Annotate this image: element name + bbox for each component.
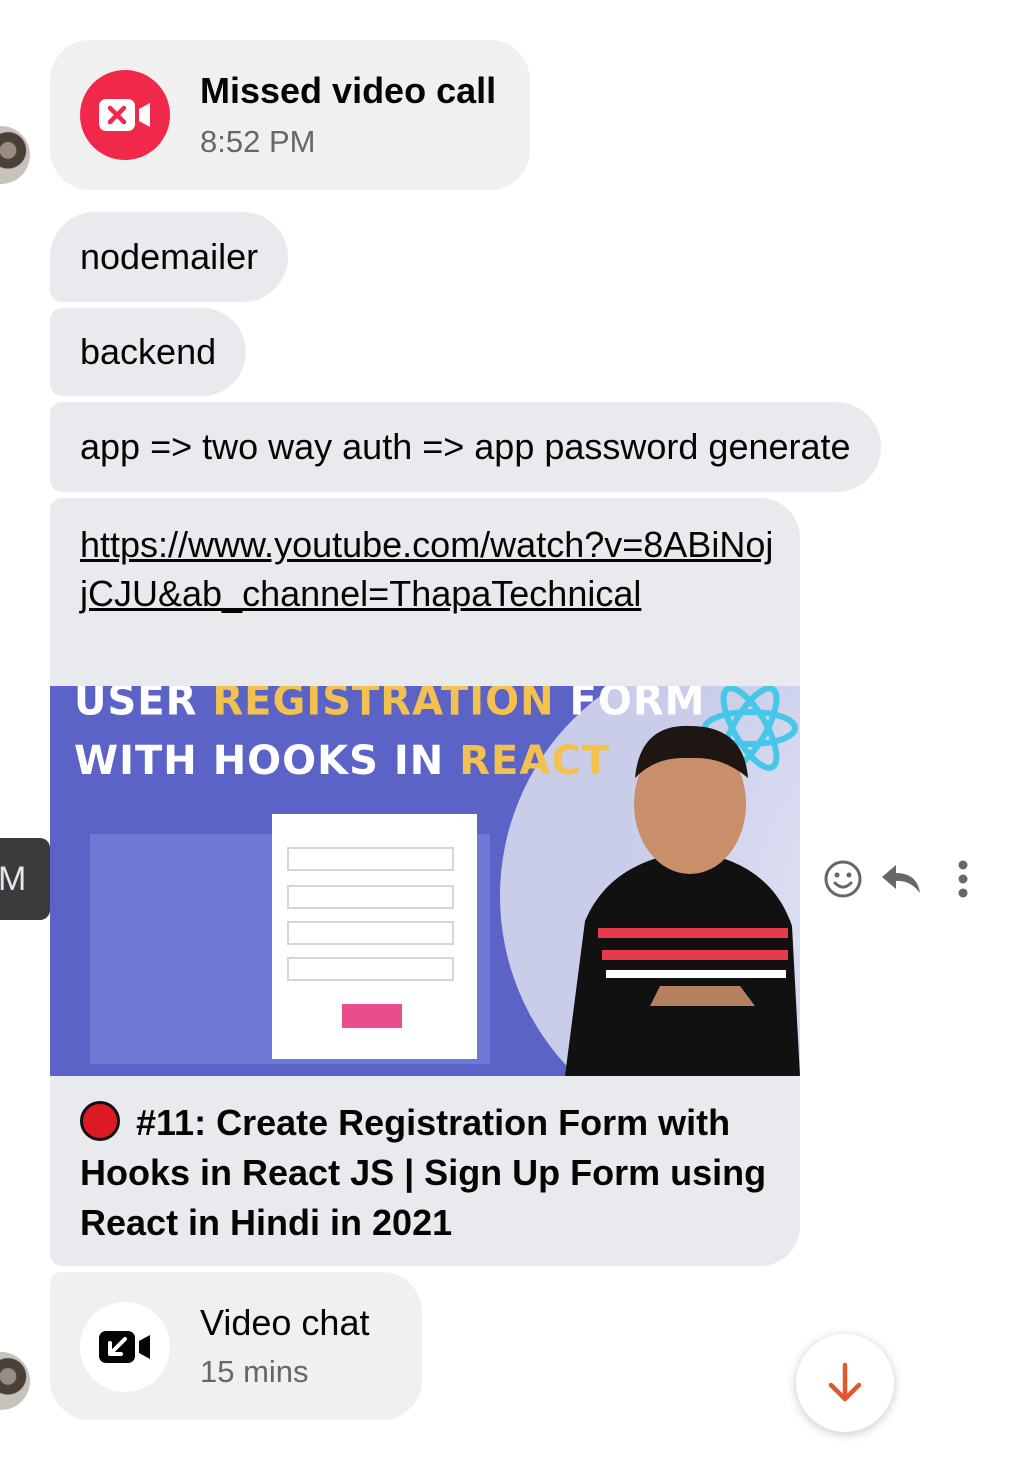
avatar[interactable] bbox=[0, 126, 30, 184]
message-link[interactable]: https://www.youtube.com/watch?v=8ABiNojj… bbox=[80, 520, 780, 618]
message-text: nodemailer bbox=[80, 236, 259, 277]
reply-icon[interactable] bbox=[878, 856, 924, 902]
scroll-to-bottom-button[interactable] bbox=[796, 1334, 894, 1432]
video-chat-duration: 15 mins bbox=[200, 1354, 309, 1389]
message-text: backend bbox=[80, 331, 217, 372]
video-call-icon bbox=[80, 1302, 170, 1392]
message-bubble[interactable]: backend bbox=[50, 308, 247, 396]
thumbnail-headline-line1: USER REGISTRATION FORM bbox=[74, 686, 706, 726]
red-circle-icon bbox=[80, 1101, 120, 1141]
missed-call-title: Missed video call bbox=[200, 70, 497, 111]
timestamp-tooltip: M bbox=[0, 838, 50, 920]
message-text: app => two way auth => app password gene… bbox=[80, 426, 851, 467]
video-chat-title: Video chat bbox=[200, 1302, 370, 1343]
missed-call-card[interactable]: Missed video call 8:52 PM bbox=[50, 40, 530, 190]
link-preview-title[interactable]: #11: Create Registration Form with Hooks… bbox=[80, 1098, 780, 1248]
more-icon[interactable] bbox=[940, 856, 986, 902]
missed-call-time: 8:52 PM bbox=[200, 124, 316, 159]
smiley-icon[interactable] bbox=[820, 856, 866, 902]
arrow-down-icon bbox=[828, 1362, 862, 1402]
video-chat-card[interactable]: Video chat 15 mins bbox=[50, 1272, 422, 1420]
video-thumbnail[interactable]: USER REGISTRATION FORM WITH HOOKS IN REA… bbox=[50, 686, 800, 1076]
message-bubble[interactable]: app => two way auth => app password gene… bbox=[50, 402, 881, 492]
link-message[interactable]: https://www.youtube.com/watch?v=8ABiNojj… bbox=[50, 498, 800, 1266]
message-bubble[interactable]: nodemailer bbox=[50, 212, 289, 302]
missed-video-icon bbox=[80, 70, 170, 160]
avatar[interactable] bbox=[0, 1352, 30, 1410]
thumbnail-headline-line2: WITH HOOKS IN REACT bbox=[74, 738, 610, 784]
